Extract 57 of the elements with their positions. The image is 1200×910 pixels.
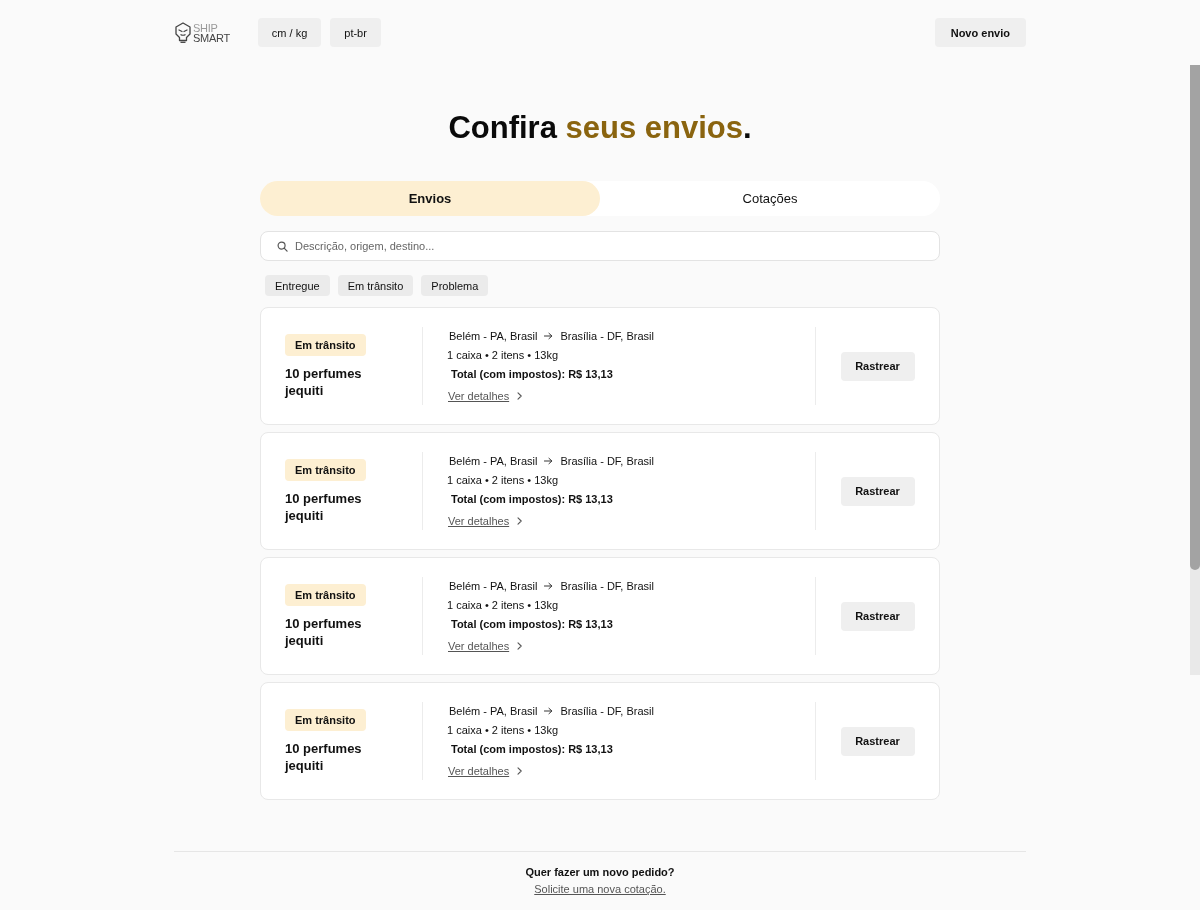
origin-text: Belém - PA, Brasil xyxy=(449,703,538,719)
arrow-right-icon xyxy=(544,457,554,465)
details-link[interactable]: Ver detalhes xyxy=(448,511,523,531)
destination-text: Brasília - DF, Brasil xyxy=(560,328,654,344)
status-tag: Em trânsito xyxy=(285,583,366,606)
total-price: Total (com impostos): R$ 13,13 xyxy=(451,741,613,757)
filter-chip[interactable]: Problema xyxy=(421,275,489,296)
shipment-title: 10 perfumes jequiti xyxy=(285,614,363,649)
package-summary: 1 caixa • 2 itens • 13kg xyxy=(447,347,559,363)
new-quote-link[interactable]: Solicite uma nova cotação. xyxy=(534,881,666,898)
origin-text: Belém - PA, Brasil xyxy=(449,578,538,594)
shipment-title: 10 perfumes jequiti xyxy=(285,739,363,774)
details-link[interactable]: Ver detalhes xyxy=(448,386,523,406)
origin-text: Belém - PA, Brasil xyxy=(449,328,538,344)
destination-text: Brasília - DF, Brasil xyxy=(560,703,654,719)
units-button[interactable]: cm / kg xyxy=(257,18,322,47)
chevron-right-icon xyxy=(517,392,523,400)
package-summary: 1 caixa • 2 itens • 13kg xyxy=(447,597,559,613)
filter-chip[interactable]: Entregue xyxy=(265,275,330,296)
details-link[interactable]: Ver detalhes xyxy=(448,636,523,656)
package-summary: 1 caixa • 2 itens • 13kg xyxy=(447,472,559,488)
status-tag: Em trânsito xyxy=(285,333,366,356)
track-button[interactable]: Rastrear xyxy=(840,601,915,631)
total-price: Total (com impostos): R$ 13,13 xyxy=(451,491,613,507)
total-price: Total (com impostos): R$ 13,13 xyxy=(451,616,613,632)
footer-question: Quer fazer um novo pedido? xyxy=(525,865,675,880)
language-button[interactable]: pt-br xyxy=(330,18,381,47)
filter-chip[interactable]: Em trânsito xyxy=(337,275,414,296)
status-tag: Em trânsito xyxy=(285,708,366,731)
shipment-title: 10 perfumes jequiti xyxy=(285,364,363,399)
total-price: Total (com impostos): R$ 13,13 xyxy=(451,366,613,382)
package-summary: 1 caixa • 2 itens • 13kg xyxy=(447,722,559,738)
search-field[interactable]: Descrição, origem, destino... xyxy=(260,231,940,261)
new-shipment-button[interactable]: Novo envio xyxy=(934,18,1026,47)
scrollbar-track[interactable] xyxy=(1190,65,1200,675)
track-button[interactable]: Rastrear xyxy=(840,476,915,506)
arrow-right-icon xyxy=(544,332,554,340)
origin-text: Belém - PA, Brasil xyxy=(449,453,538,469)
logo-text: SMART xyxy=(193,32,230,43)
track-button[interactable]: Rastrear xyxy=(840,726,915,756)
scrollbar-thumb[interactable] xyxy=(1190,65,1200,570)
logo-text: SHIP xyxy=(193,22,218,33)
status-tag: Em trânsito xyxy=(285,458,366,481)
chevron-right-icon xyxy=(517,517,523,525)
details-link[interactable]: Ver detalhes xyxy=(448,761,523,781)
tab[interactable]: Envios xyxy=(260,181,600,216)
shipment-title: 10 perfumes jequiti xyxy=(285,489,363,524)
tab[interactable]: Cotações xyxy=(600,181,940,216)
track-button[interactable]: Rastrear xyxy=(840,351,915,381)
arrow-right-icon xyxy=(544,707,554,715)
page-title: Confira seus envios. xyxy=(448,110,752,146)
bulb-icon xyxy=(174,21,192,44)
destination-text: Brasília - DF, Brasil xyxy=(560,453,654,469)
arrow-right-icon xyxy=(544,582,554,590)
chevron-right-icon xyxy=(517,767,523,775)
destination-text: Brasília - DF, Brasil xyxy=(560,578,654,594)
chevron-right-icon xyxy=(517,642,523,650)
